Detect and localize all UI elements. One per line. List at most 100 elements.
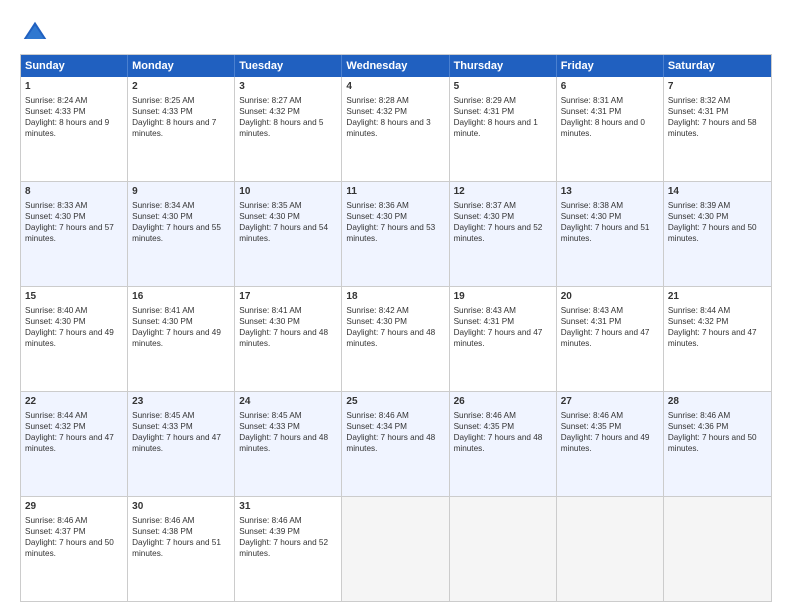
calendar-body: 1Sunrise: 8:24 AMSunset: 4:33 PMDaylight… xyxy=(21,77,771,601)
daylight: Daylight: 7 hours and 50 minutes. xyxy=(668,433,757,453)
daylight: Daylight: 7 hours and 51 minutes. xyxy=(132,538,221,558)
sunset: Sunset: 4:38 PM xyxy=(132,527,193,536)
daylight: Daylight: 7 hours and 47 minutes. xyxy=(561,328,650,348)
sunrise: Sunrise: 8:44 AM xyxy=(25,411,87,420)
calendar-cell: 2Sunrise: 8:25 AMSunset: 4:33 PMDaylight… xyxy=(128,77,235,181)
calendar-cell: 24Sunrise: 8:45 AMSunset: 4:33 PMDayligh… xyxy=(235,392,342,496)
sunset: Sunset: 4:37 PM xyxy=(25,527,86,536)
daylight: Daylight: 7 hours and 47 minutes. xyxy=(25,433,114,453)
sunrise: Sunrise: 8:46 AM xyxy=(132,516,194,525)
header xyxy=(20,18,772,48)
daylight: Daylight: 8 hours and 7 minutes. xyxy=(132,118,216,138)
calendar-cell: 21Sunrise: 8:44 AMSunset: 4:32 PMDayligh… xyxy=(664,287,771,391)
weekday-header: Sunday xyxy=(21,55,128,77)
day-number: 13 xyxy=(561,185,659,199)
day-number: 6 xyxy=(561,80,659,94)
sunrise: Sunrise: 8:25 AM xyxy=(132,96,194,105)
daylight: Daylight: 8 hours and 9 minutes. xyxy=(25,118,109,138)
calendar-cell: 7Sunrise: 8:32 AMSunset: 4:31 PMDaylight… xyxy=(664,77,771,181)
sunset: Sunset: 4:36 PM xyxy=(668,422,729,431)
daylight: Daylight: 8 hours and 5 minutes. xyxy=(239,118,323,138)
calendar-header: SundayMondayTuesdayWednesdayThursdayFrid… xyxy=(21,55,771,77)
calendar-row: 22Sunrise: 8:44 AMSunset: 4:32 PMDayligh… xyxy=(21,391,771,496)
sunset: Sunset: 4:30 PM xyxy=(239,212,300,221)
page: SundayMondayTuesdayWednesdayThursdayFrid… xyxy=(0,0,792,612)
sunrise: Sunrise: 8:41 AM xyxy=(132,306,194,315)
sunset: Sunset: 4:32 PM xyxy=(239,107,300,116)
calendar-cell: 18Sunrise: 8:42 AMSunset: 4:30 PMDayligh… xyxy=(342,287,449,391)
day-number: 28 xyxy=(668,395,767,409)
calendar-cell: 4Sunrise: 8:28 AMSunset: 4:32 PMDaylight… xyxy=(342,77,449,181)
sunrise: Sunrise: 8:32 AM xyxy=(668,96,730,105)
daylight: Daylight: 7 hours and 49 minutes. xyxy=(132,328,221,348)
sunrise: Sunrise: 8:46 AM xyxy=(454,411,516,420)
calendar-row: 15 Sunrise: 8:40 AM Sunset: 4:30 PM Dayligh… xyxy=(21,286,771,391)
sunrise: Sunrise: 8:24 AM xyxy=(25,96,87,105)
sunrise: Sunrise: 8:46 AM xyxy=(346,411,408,420)
day-number: 21 xyxy=(668,290,767,304)
day-number: 10 xyxy=(239,185,337,199)
calendar-cell: 19Sunrise: 8:43 AMSunset: 4:31 PMDayligh… xyxy=(450,287,557,391)
day-number: 18 xyxy=(346,290,444,304)
day-number: 2 xyxy=(132,80,230,94)
logo-icon xyxy=(20,18,50,48)
daylight: Daylight: 7 hours and 55 minutes. xyxy=(132,223,221,243)
sunrise: Sunrise: 8:46 AM xyxy=(668,411,730,420)
sunrise: Sunrise: 8:46 AM xyxy=(25,516,87,525)
calendar-cell: 1Sunrise: 8:24 AMSunset: 4:33 PMDaylight… xyxy=(21,77,128,181)
daylight: Daylight: 7 hours and 58 minutes. xyxy=(668,118,757,138)
daylight: Daylight: 7 hours and 51 minutes. xyxy=(561,223,650,243)
calendar-cell: 29 Sunrise: 8:46 AM Sunset: 4:37 PM Dayligh… xyxy=(21,497,128,601)
calendar-cell xyxy=(342,497,449,601)
daylight: Daylight: 8 hours and 3 minutes. xyxy=(346,118,430,138)
daylight: Daylight: 8 hours and 0 minutes. xyxy=(561,118,645,138)
day-number: 30 xyxy=(132,500,230,514)
sunrise: Sunrise: 8:42 AM xyxy=(346,306,408,315)
sunset: Sunset: 4:31 PM xyxy=(668,107,729,116)
sunrise: Sunrise: 8:37 AM xyxy=(454,201,516,210)
daylight: Daylight: 7 hours and 49 minutes. xyxy=(25,328,114,348)
sunset: Sunset: 4:32 PM xyxy=(668,317,729,326)
calendar-row: 29 Sunrise: 8:46 AM Sunset: 4:37 PM Dayligh… xyxy=(21,496,771,601)
day-number: 29 xyxy=(25,500,123,514)
day-number: 14 xyxy=(668,185,767,199)
calendar: SundayMondayTuesdayWednesdayThursdayFrid… xyxy=(20,54,772,602)
sunset: Sunset: 4:30 PM xyxy=(25,317,86,326)
day-number: 11 xyxy=(346,185,444,199)
calendar-cell: 9Sunrise: 8:34 AMSunset: 4:30 PMDaylight… xyxy=(128,182,235,286)
day-number: 24 xyxy=(239,395,337,409)
sunrise: Sunrise: 8:28 AM xyxy=(346,96,408,105)
daylight: Daylight: 7 hours and 48 minutes. xyxy=(454,433,543,453)
calendar-cell: 22Sunrise: 8:44 AMSunset: 4:32 PMDayligh… xyxy=(21,392,128,496)
sunset: Sunset: 4:30 PM xyxy=(561,212,622,221)
day-number: 15 xyxy=(25,290,123,304)
weekday-header: Monday xyxy=(128,55,235,77)
calendar-cell: 3Sunrise: 8:27 AMSunset: 4:32 PMDaylight… xyxy=(235,77,342,181)
sunset: Sunset: 4:30 PM xyxy=(454,212,515,221)
weekday-header: Tuesday xyxy=(235,55,342,77)
daylight: Daylight: 7 hours and 50 minutes. xyxy=(25,538,114,558)
calendar-cell: 23Sunrise: 8:45 AMSunset: 4:33 PMDayligh… xyxy=(128,392,235,496)
calendar-cell: 16Sunrise: 8:41 AMSunset: 4:30 PMDayligh… xyxy=(128,287,235,391)
calendar-cell: 20Sunrise: 8:43 AMSunset: 4:31 PMDayligh… xyxy=(557,287,664,391)
calendar-cell xyxy=(557,497,664,601)
sunset: Sunset: 4:35 PM xyxy=(561,422,622,431)
sunset: Sunset: 4:30 PM xyxy=(346,212,407,221)
sunset: Sunset: 4:33 PM xyxy=(25,107,86,116)
day-number: 23 xyxy=(132,395,230,409)
daylight: Daylight: 7 hours and 48 minutes. xyxy=(346,328,435,348)
sunrise: Sunrise: 8:36 AM xyxy=(346,201,408,210)
sunrise: Sunrise: 8:44 AM xyxy=(668,306,730,315)
daylight: Daylight: 7 hours and 53 minutes. xyxy=(346,223,435,243)
sunrise: Sunrise: 8:40 AM xyxy=(25,306,87,315)
calendar-cell: 26Sunrise: 8:46 AMSunset: 4:35 PMDayligh… xyxy=(450,392,557,496)
daylight: Daylight: 7 hours and 52 minutes. xyxy=(239,538,328,558)
sunrise: Sunrise: 8:46 AM xyxy=(239,516,301,525)
daylight: Daylight: 7 hours and 54 minutes. xyxy=(239,223,328,243)
calendar-cell: 5Sunrise: 8:29 AMSunset: 4:31 PMDaylight… xyxy=(450,77,557,181)
sunset: Sunset: 4:30 PM xyxy=(25,212,86,221)
sunrise: Sunrise: 8:43 AM xyxy=(561,306,623,315)
sunset: Sunset: 4:30 PM xyxy=(132,317,193,326)
calendar-cell: 31Sunrise: 8:46 AMSunset: 4:39 PMDayligh… xyxy=(235,497,342,601)
calendar-cell: 15 Sunrise: 8:40 AM Sunset: 4:30 PM Dayligh… xyxy=(21,287,128,391)
